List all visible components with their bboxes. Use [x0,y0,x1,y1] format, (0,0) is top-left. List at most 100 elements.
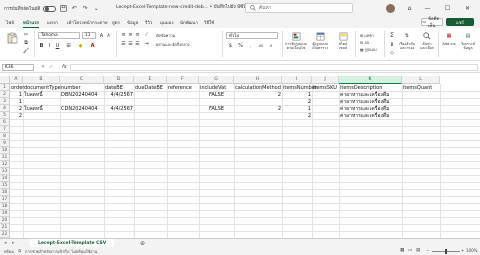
increase-font-icon[interactable]: A [98,32,105,39]
bold-icon[interactable]: B [38,42,45,49]
maximize-icon[interactable]: ☐ [440,0,455,17]
underline-icon[interactable]: U [54,42,61,49]
row-header-15[interactable]: 15 [0,182,10,189]
font-size-select[interactable]: 11 [82,32,96,39]
row-header-1[interactable]: 1 [0,84,10,91]
row-header-13[interactable]: 13 [0,168,10,175]
comments-button[interactable]: ▭ ข้อคิดเห็น [421,17,443,29]
row-header-2[interactable]: 2 [0,91,10,98]
sort-filter-icon[interactable]: ⇅ [402,31,412,41]
fill-color-icon[interactable]: ◆ [76,42,85,49]
decrease-font-icon[interactable]: A [105,32,112,39]
ribbon-display-icon[interactable]: ⌂ [402,0,417,17]
cell-j1[interactable]: itemsSKU [312,84,339,91]
conditional-formatting-icon[interactable] [291,31,301,41]
column-header-d[interactable]: D [104,76,134,84]
number-format-select[interactable]: ทั่วไป [226,32,278,39]
percent-icon[interactable]: % [236,42,245,49]
cell-h2[interactable]: 2 [234,91,282,98]
cell-styles-icon[interactable] [338,31,348,41]
clear-icon[interactable]: ◇ [388,49,396,56]
comma-icon[interactable]: , [246,42,255,49]
cell-b4[interactable]: ใบลดหนี้ [23,105,60,112]
delete-cells-button[interactable]: ⊟ ลบ [360,40,369,46]
row-header-22[interactable]: 22 [0,231,10,238]
column-header-k[interactable]: K [339,76,402,84]
row-header-4[interactable]: 4 [0,105,10,112]
cell-f1[interactable]: reference [167,84,199,91]
zoom-out-icon[interactable]: − [426,248,429,253]
format-as-table-icon[interactable] [315,31,325,41]
align-middle-icon[interactable]: ≡ [127,32,134,38]
cell-a5[interactable]: 2 [10,112,23,119]
confirm-entry-icon[interactable]: ✓ [48,64,54,71]
cell-d2[interactable]: 4/4/2567 [104,91,134,98]
tab-review[interactable]: รีวิว [145,19,152,26]
tab-home[interactable]: หน้าแรก [23,19,40,28]
row-header-10[interactable]: 10 [0,147,10,154]
zoom-in-icon[interactable]: + [461,248,464,253]
customize-dropdown-icon[interactable]: ⌄ [92,5,100,13]
cell-a1[interactable]: order [10,84,24,91]
column-header-f[interactable]: F [167,76,199,84]
cell-h1[interactable]: calculationMethod [234,84,282,91]
add-sheet-icon[interactable]: ⊕ [140,240,145,247]
autosum-icon[interactable]: Σ [388,32,396,39]
row-header-20[interactable]: 20 [0,217,10,224]
tab-insert[interactable]: แทรก [47,19,58,26]
align-center-icon[interactable]: ☰ [127,41,134,47]
search-input[interactable]: ค้นหา [245,3,353,13]
tab-data[interactable]: ข้อมูล [127,19,138,26]
cell-e1[interactable]: dueDateBE [134,84,167,91]
format-cells-button[interactable]: ▦ รูปแบบ [360,47,377,53]
column-header-a[interactable]: A [10,76,23,84]
zoom-slider-thumb[interactable] [445,248,447,254]
cell-a3[interactable]: 1 [10,98,23,105]
next-sheet-icon[interactable]: ▸ [12,240,15,246]
cell-i2[interactable]: 1 [282,91,312,98]
row-header-7[interactable]: 7 [0,126,10,133]
close-icon[interactable]: ✕ [460,0,475,17]
row-header-16[interactable]: 16 [0,189,10,196]
column-header-e[interactable]: E [134,76,167,84]
borders-icon[interactable]: ⊞ [64,42,73,49]
cell-i3[interactable]: 2 [282,98,312,105]
prev-sheet-icon[interactable]: ◂ [4,240,7,246]
row-header-18[interactable]: 18 [0,203,10,210]
analyze-data-icon[interactable]: ▤ [463,31,473,41]
cell-b2[interactable]: ใบลดหนี้ [23,91,60,98]
select-all-corner[interactable] [0,76,10,84]
cell-g1[interactable]: includeVat [199,84,234,91]
row-header-19[interactable]: 19 [0,210,10,217]
cancel-entry-icon[interactable]: ✕ [40,64,46,71]
tab-help[interactable]: วิธีใช้ [204,19,214,26]
cell-g2[interactable]: FALSE [199,91,234,98]
column-header-b[interactable]: B [23,76,60,84]
row-header-14[interactable]: 14 [0,175,10,182]
italic-icon[interactable]: I [46,42,53,49]
tab-page-layout[interactable]: เค้าโครงหน้ากระดาษ [67,19,108,26]
align-top-icon[interactable]: ≡ [120,32,127,38]
decrease-decimal-icon[interactable]: .0 [266,42,275,49]
avatar[interactable] [386,4,395,13]
insert-cells-button[interactable]: ⊞ แทรก [360,33,374,39]
function-icon[interactable]: fx [62,64,67,70]
addins-icon[interactable]: ▦ [444,31,454,41]
cell-i4[interactable]: 1 [282,105,312,112]
row-header-9[interactable]: 9 [0,140,10,147]
cell-d1[interactable]: dateBE [104,84,134,91]
row-header-6[interactable]: 6 [0,119,10,126]
cell-c2[interactable]: DBN20240404 [60,91,104,98]
save-icon[interactable] [59,5,67,13]
spreadsheet-grid[interactable]: A B C D E F G H I J K L 1 order documentType number date… [0,76,480,238]
share-button[interactable]: แชร์ [446,18,474,26]
accessibility-status[interactable]: การช่วยสำหรับการเข้าถึง: ไม่พร้อมใช้งาน [25,248,97,255]
merge-center-button[interactable]: ผสานและจัดกึ่งกลาง [156,42,190,48]
document-title[interactable]: Lecept-Excel-Template-new-credit-deb... … [116,4,250,11]
tab-file[interactable]: ไฟล์ [6,19,14,26]
cell-c4[interactable]: CDN20240404 [60,105,104,112]
column-header-i[interactable]: I [282,76,312,84]
tab-developer[interactable]: นักพัฒนา [180,19,198,26]
column-header-c[interactable]: C [60,76,104,84]
indent-icon[interactable]: ⇥ [143,41,150,47]
